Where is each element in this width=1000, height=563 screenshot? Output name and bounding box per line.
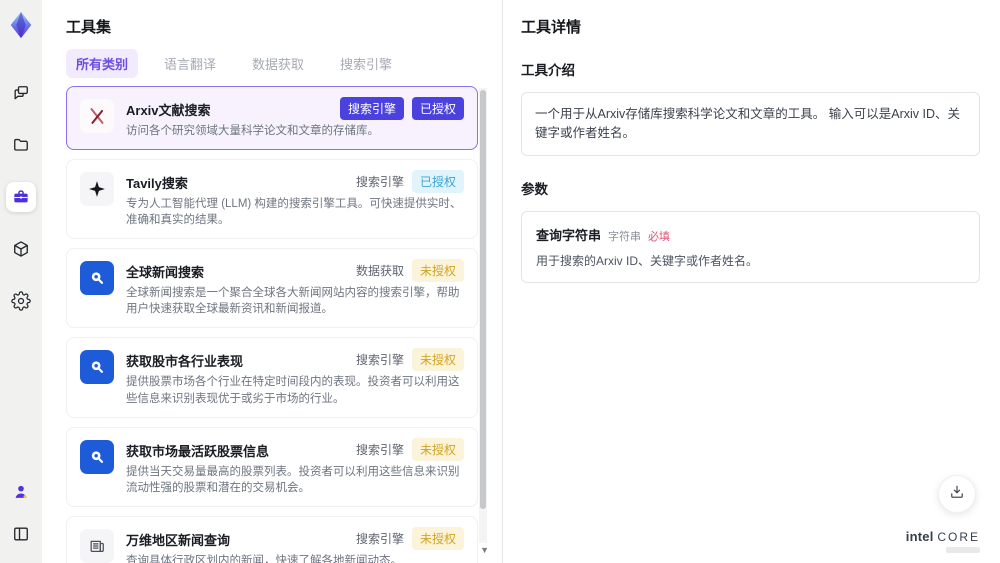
parameter-name: 查询字符串 <box>536 227 602 243</box>
news-search-icon <box>80 261 114 296</box>
page-title: 工具集 <box>66 19 112 36</box>
auth-status-badge: 未授权 <box>411 526 464 550</box>
sidebar-item-chat[interactable] <box>6 78 36 108</box>
scrollbar-thumb[interactable] <box>480 90 486 509</box>
intro-heading: 工具介绍 <box>521 63 575 78</box>
tool-badges: 搜索引擎 未授权 <box>355 348 464 372</box>
tool-list: Arxiv文献搜索 搜索引擎 已授权 访问各个研究领域大量科学论文和文章的存储库… <box>66 86 480 563</box>
tool-badges: 搜索引擎 已授权 <box>339 97 464 120</box>
tool-card[interactable]: Arxiv文献搜索 搜索引擎 已授权 访问各个研究领域大量科学论文和文章的存储库… <box>66 86 478 151</box>
tool-card[interactable]: 获取市场最活跃股票信息 搜索引擎 未授权 提供当天交易量最高的股票列表。投资者可… <box>66 426 478 507</box>
tool-name: 获取市场最活跃股票信息 <box>126 443 270 459</box>
intro-box: 一个用于从Arxiv存储库搜索科学论文和文章的工具。 输入可以是Arxiv ID… <box>521 92 980 156</box>
tool-card-body: 获取股市各行业表现 搜索引擎 未授权 提供股票市场各个行业在特定时间段内的表现。… <box>126 348 464 406</box>
sidebar-item-tools[interactable] <box>6 182 36 212</box>
tool-description: 专为人工智能代理 (LLM) 构建的搜索引擎工具。可快速提供实时、准确和真实的结… <box>126 198 462 227</box>
download-button[interactable] <box>938 475 976 513</box>
category-badge: 搜索引擎 <box>339 97 404 120</box>
chat-icon <box>11 83 31 103</box>
intel-core-logo: intel core <box>906 529 980 553</box>
parameter-description: 用于搜索的Arxiv ID、关键字或作者姓名。 <box>536 253 759 268</box>
tool-card[interactable]: 全球新闻搜索 数据获取 未授权 全球新闻搜索是一个聚合全球各大新闻网站内容的搜索… <box>66 248 478 329</box>
brand-word-core: core <box>937 530 980 544</box>
brand-sub-bar <box>946 547 980 553</box>
tools-list-panel: 工具集 所有类别 语言翻译 数据获取 搜索引擎 Arxiv文献搜索 搜索引擎 已授权 … <box>42 0 503 563</box>
sidebar-item-account[interactable] <box>6 477 36 507</box>
parameter-required-badge: 必填 <box>648 230 671 243</box>
tool-name: Tavily搜索 <box>126 176 188 192</box>
auth-status-badge: 未授权 <box>411 437 464 461</box>
tool-detail-panel: 工具详情 工具介绍 一个用于从Arxiv存储库搜索科学论文和文章的工具。 输入可… <box>503 0 1000 563</box>
list-scrollbar[interactable] <box>479 88 487 543</box>
news-search-icon <box>80 350 114 385</box>
toolbox-icon <box>11 187 31 207</box>
sidebar-item-files[interactable] <box>6 130 36 160</box>
arxiv-icon <box>80 99 114 133</box>
params-heading: 参数 <box>521 181 548 197</box>
tab-2[interactable]: 数据获取 <box>242 49 314 78</box>
app-window: 工具集 所有类别 语言翻译 数据获取 搜索引擎 Arxiv文献搜索 搜索引擎 已授权 … <box>0 0 1000 563</box>
tool-badges: 数据获取 未授权 <box>355 259 464 283</box>
parameter-card: 查询字符串 字符串 必填 用于搜索的Arxiv ID、关键字或作者姓名。 <box>521 210 980 283</box>
package-icon <box>11 239 31 259</box>
category-badge: 搜索引擎 <box>355 531 404 546</box>
detail-title: 工具详情 <box>521 19 582 36</box>
sidebar-bottom <box>6 477 36 549</box>
brand-word-intel: intel <box>905 529 934 544</box>
sidebar-item-settings[interactable] <box>6 286 36 316</box>
category-tabs: 所有类别 语言翻译 数据获取 搜索引擎 <box>66 49 480 78</box>
tool-badges: 搜索引擎 已授权 <box>355 170 464 194</box>
app-logo-icon <box>6 10 36 40</box>
auth-status-badge: 未授权 <box>411 259 464 283</box>
panel-toggle-icon <box>11 524 31 544</box>
tab-3[interactable]: 搜索引擎 <box>330 49 402 78</box>
tool-card[interactable]: 万维地区新闻查询 搜索引擎 未授权 查询具体行政区划内的新闻，快速了解各地新闻动… <box>66 515 478 563</box>
tavily-icon <box>80 172 114 207</box>
sidebar-item-packages[interactable] <box>6 234 36 264</box>
tool-card-body: Arxiv文献搜索 搜索引擎 已授权 访问各个研究领域大量科学论文和文章的存储库… <box>126 97 464 139</box>
tool-description: 提供股票市场各个行业在特定时间段内的表现。投资者可以利用这些信息来识别表现优于或… <box>126 376 460 405</box>
tool-badges: 搜索引擎 未授权 <box>355 437 464 461</box>
tab-1[interactable]: 语言翻译 <box>154 49 226 78</box>
parameter-type: 字符串 <box>608 230 642 243</box>
category-badge: 搜索引擎 <box>355 353 404 368</box>
sidebar-nav <box>6 78 36 316</box>
folder-icon <box>11 135 31 155</box>
tool-card-body: 万维地区新闻查询 搜索引擎 未授权 查询具体行政区划内的新闻，快速了解各地新闻动… <box>126 526 464 563</box>
tool-card-body: Tavily搜索 搜索引擎 已授权 专为人工智能代理 (LLM) 构建的搜索引擎… <box>126 170 464 228</box>
user-avatar-icon <box>11 482 31 502</box>
tool-name: 万维地区新闻查询 <box>126 532 231 548</box>
news-search-icon <box>80 439 114 474</box>
tool-description: 提供当天交易量最高的股票列表。投资者可以利用这些信息来识别流动性强的股票和潜在的… <box>126 465 460 494</box>
settings-gear-icon <box>11 291 31 311</box>
newspaper-icon <box>80 528 114 563</box>
tool-badges: 搜索引擎 未授权 <box>355 526 464 550</box>
tool-card[interactable]: Tavily搜索 搜索引擎 已授权 专为人工智能代理 (LLM) 构建的搜索引擎… <box>66 159 478 240</box>
auth-status-badge: 已授权 <box>411 170 464 194</box>
tool-description: 查询具体行政区划内的新闻，快速了解各地新闻动态。 <box>126 554 402 563</box>
category-badge: 搜索引擎 <box>355 175 404 190</box>
tool-card-body: 获取市场最活跃股票信息 搜索引擎 未授权 提供当天交易量最高的股票列表。投资者可… <box>126 437 464 496</box>
tab-0[interactable]: 所有类别 <box>66 49 139 78</box>
sidebar-item-panel-toggle[interactable] <box>6 519 36 549</box>
parameter-head: 查询字符串 字符串 必填 <box>536 225 965 244</box>
tool-description: 访问各个研究领域大量科学论文和文章的存储库。 <box>126 125 379 137</box>
tool-name: 获取股市各行业表现 <box>126 354 244 370</box>
tool-name: 全球新闻搜索 <box>126 265 205 281</box>
tool-description: 全球新闻搜索是一个聚合全球各大新闻网站内容的搜索引擎，帮助用户快速获取全球最新资… <box>126 287 460 316</box>
tool-card-body: 全球新闻搜索 数据获取 未授权 全球新闻搜索是一个聚合全球各大新闻网站内容的搜索… <box>126 259 464 317</box>
scroll-down-arrow-icon[interactable]: ▼ <box>480 546 489 555</box>
category-badge: 数据获取 <box>355 264 404 279</box>
tool-name: Arxiv文献搜索 <box>126 103 211 118</box>
auth-status-badge: 未授权 <box>411 348 464 372</box>
sidebar <box>0 0 42 563</box>
auth-status-badge: 已授权 <box>411 97 464 120</box>
download-icon <box>948 483 966 506</box>
category-badge: 搜索引擎 <box>355 442 404 457</box>
tool-card[interactable]: 获取股市各行业表现 搜索引擎 未授权 提供股票市场各个行业在特定时间段内的表现。… <box>66 337 478 418</box>
